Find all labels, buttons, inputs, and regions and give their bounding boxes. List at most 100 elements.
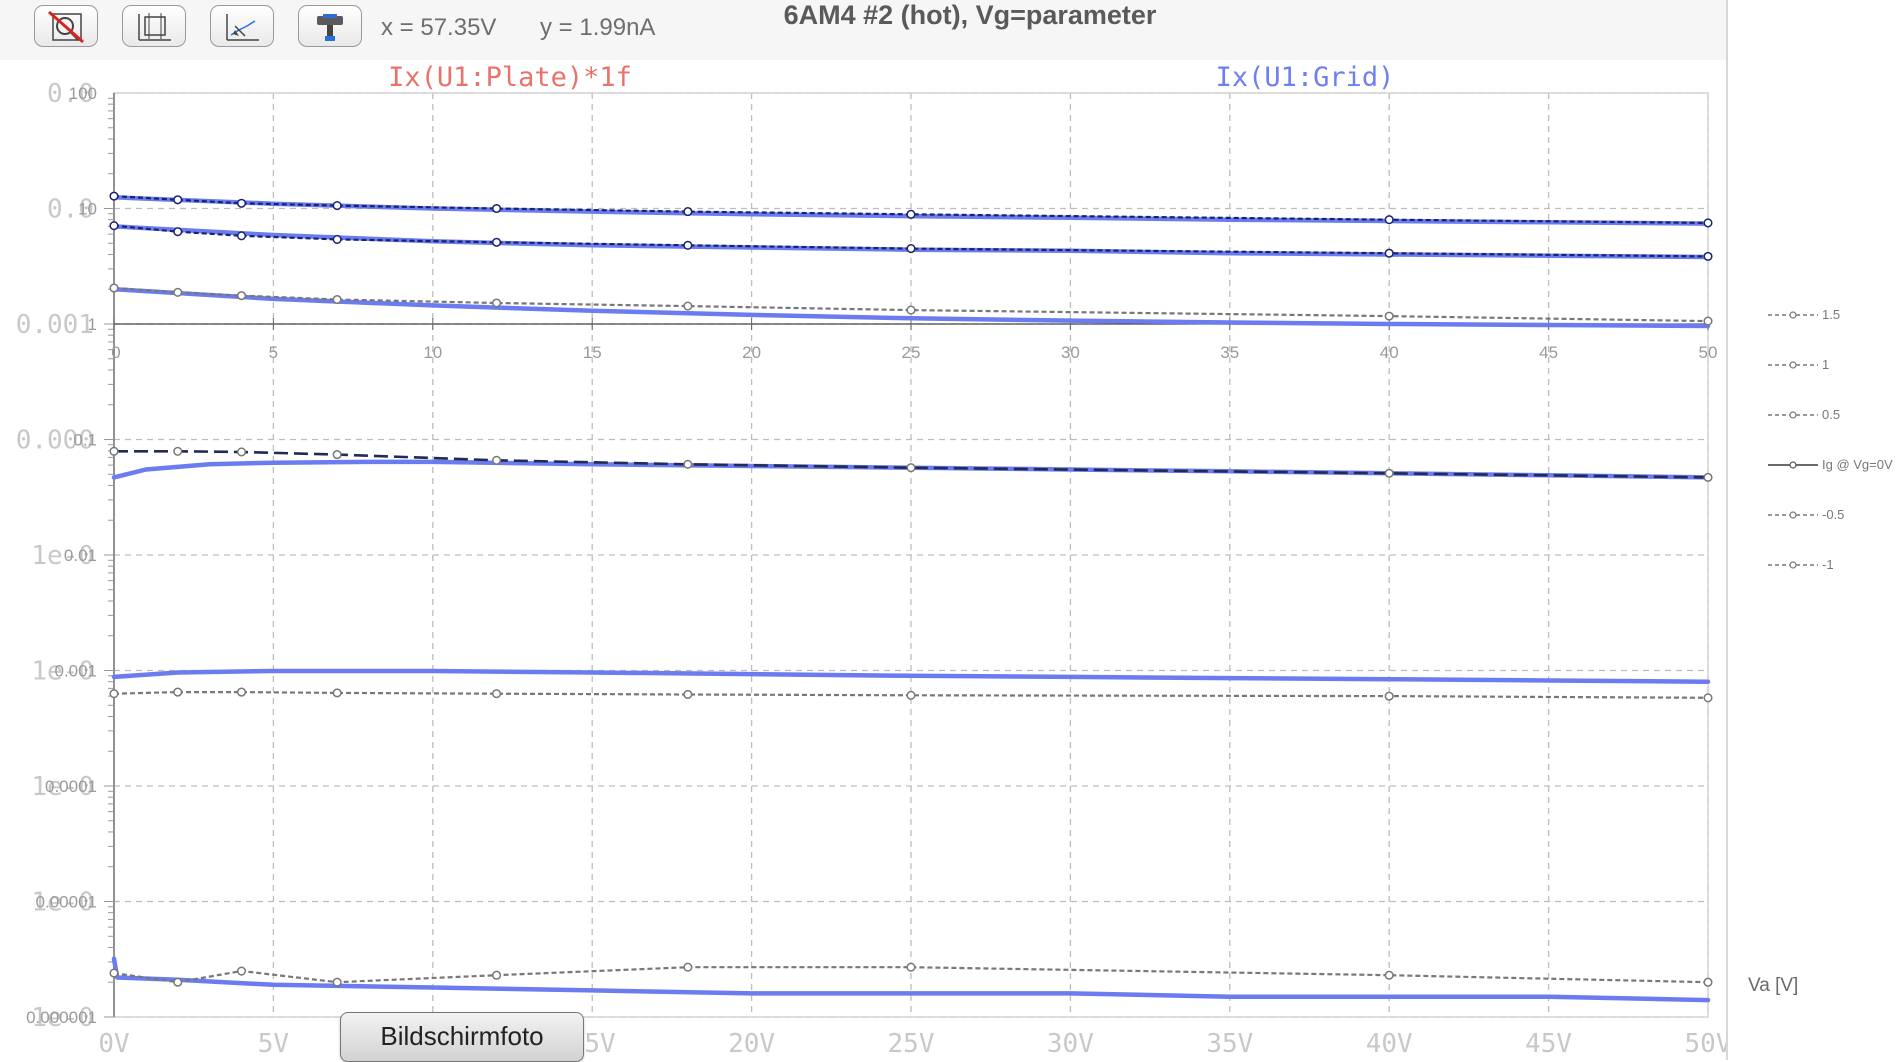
measured-point bbox=[236, 231, 247, 241]
waveform-window: x = 57.35V y = 1.99nA 6AM4 #2 (hot), Vg=… bbox=[0, 0, 1728, 1062]
measured-point bbox=[683, 962, 693, 972]
overlay-y-tick-label: 10 bbox=[78, 200, 97, 219]
measured-point bbox=[1703, 693, 1713, 703]
measured-point bbox=[1384, 970, 1394, 980]
legend-swatch bbox=[1768, 561, 1818, 569]
background-x-tick-label: 35V bbox=[1206, 1029, 1253, 1059]
legend-swatch bbox=[1768, 511, 1818, 519]
measured-point bbox=[1703, 218, 1713, 228]
zoom-back-icon bbox=[226, 14, 259, 41]
measured-point bbox=[1703, 316, 1713, 326]
overlay-y-tick-label: 0.1 bbox=[73, 431, 97, 450]
legend-label: -1 bbox=[1822, 557, 1834, 572]
measured-point bbox=[109, 689, 119, 699]
trace-label-plate[interactable]: Ix(U1:Plate)*1f bbox=[388, 62, 632, 93]
overlay-y-tick-label: 100 bbox=[69, 84, 97, 103]
measured-point bbox=[492, 203, 502, 214]
zoom-back-button[interactable] bbox=[210, 5, 274, 47]
measured-point bbox=[906, 244, 916, 254]
toolbar: x = 57.35V y = 1.99nA 6AM4 #2 (hot), Vg=… bbox=[0, 0, 1726, 60]
measured-point bbox=[109, 968, 119, 978]
measured-point bbox=[906, 962, 916, 972]
plot-grid bbox=[113, 92, 1709, 1018]
measured-point bbox=[173, 195, 183, 205]
measured-point bbox=[492, 298, 502, 308]
background-x-tick-label: 45V bbox=[1525, 1029, 1572, 1059]
background-x-tick-label: 40V bbox=[1366, 1029, 1413, 1059]
measured-point bbox=[1703, 251, 1713, 261]
measured-point bbox=[173, 227, 183, 237]
overlay-x-tick-label: 15 bbox=[583, 343, 602, 362]
screen: x = 57.35V y = 1.99nA 6AM4 #2 (hot), Vg=… bbox=[0, 0, 1902, 1062]
screenshot-tooltip[interactable]: Bildschirmfoto bbox=[340, 1012, 584, 1062]
legend-label: 1 bbox=[1822, 357, 1830, 372]
measured-point bbox=[906, 305, 916, 315]
background-x-tick-label: 5V bbox=[258, 1029, 289, 1059]
plot-area[interactable]: Ix(U1:Plate)*1f Ix(U1:Grid) 0.00.00.0010… bbox=[0, 60, 1726, 1060]
measured-point bbox=[492, 689, 502, 699]
measured-point bbox=[173, 446, 183, 456]
measured-point bbox=[1384, 468, 1394, 478]
overlay-x-tick-label: 45 bbox=[1539, 343, 1558, 362]
paint-tool-icon bbox=[317, 14, 343, 41]
legend-item: Ig @ Vg=0V bbox=[1766, 455, 1902, 475]
legend-label: 0.5 bbox=[1822, 407, 1841, 422]
measured-point bbox=[236, 966, 247, 976]
measured-point bbox=[332, 201, 342, 211]
measured-point bbox=[236, 198, 247, 208]
background-x-tick-label: 25V bbox=[888, 1029, 935, 1059]
measured-point bbox=[492, 455, 502, 465]
background-x-tick-label: 20V bbox=[728, 1029, 775, 1059]
zoom-extents-button[interactable] bbox=[122, 5, 186, 47]
measured-point bbox=[173, 687, 183, 697]
measured-point bbox=[1384, 311, 1394, 321]
legend-swatch bbox=[1768, 311, 1818, 319]
autorange-off-button[interactable] bbox=[34, 5, 98, 47]
overlay-y-tick-label: 0.01 bbox=[64, 546, 97, 565]
measured-point bbox=[1703, 472, 1713, 482]
legend-label: 1.5 bbox=[1822, 307, 1841, 322]
measured-point bbox=[332, 688, 342, 698]
legend-label: Ig @ Vg=0V bbox=[1822, 457, 1893, 472]
measured-point bbox=[109, 191, 119, 201]
overlay-y-tick-label: 1 bbox=[88, 315, 97, 334]
legend-item: -1 bbox=[1766, 555, 1902, 575]
paint-tool-button[interactable] bbox=[298, 5, 362, 47]
measured-point bbox=[332, 294, 342, 305]
background-x-tick-label: 30V bbox=[1047, 1029, 1094, 1059]
measured-point bbox=[683, 207, 693, 217]
overlay-x-tick-label: 50 bbox=[1699, 343, 1718, 362]
legend-item: 1.5 bbox=[1766, 305, 1902, 325]
measured-point bbox=[173, 977, 183, 987]
measured-point bbox=[906, 209, 916, 219]
overlay-x-tick-label: 20 bbox=[742, 343, 761, 362]
measured-point bbox=[906, 463, 916, 473]
measured-point bbox=[109, 446, 119, 456]
measured-point bbox=[332, 977, 342, 987]
zoom-extents-icon bbox=[138, 13, 171, 41]
overlay-x-tick-label: 5 bbox=[269, 343, 278, 362]
legend-swatch bbox=[1768, 461, 1818, 469]
measured-point bbox=[109, 283, 119, 293]
overlay-x-tick-label: 30 bbox=[1061, 343, 1080, 362]
trace-label-grid[interactable]: Ix(U1:Grid) bbox=[1216, 62, 1395, 93]
cursor-y-readout: y = 1.99nA bbox=[540, 14, 656, 41]
overlay-y-tick-label: 0.0001 bbox=[45, 777, 97, 796]
cursor-x-readout: x = 57.35V bbox=[381, 14, 497, 41]
overlay-x-tick-label: 25 bbox=[902, 343, 921, 362]
legend-item: 0.5 bbox=[1766, 405, 1902, 425]
legend-swatch bbox=[1768, 411, 1818, 419]
legend-item: -0.5 bbox=[1766, 505, 1902, 525]
background-x-tick-label: 0V bbox=[98, 1029, 129, 1059]
legend-label: -0.5 bbox=[1822, 507, 1845, 522]
measured-point bbox=[1384, 215, 1394, 225]
measured-point bbox=[109, 221, 119, 231]
overlay-y-tick-label: 0.001 bbox=[54, 662, 97, 681]
measured-point bbox=[332, 234, 342, 244]
measured-point bbox=[332, 450, 342, 460]
legend-swatch bbox=[1768, 361, 1818, 369]
measured-point bbox=[1384, 691, 1394, 701]
measured-point bbox=[492, 237, 502, 247]
measured-point bbox=[492, 970, 502, 980]
background-y-tick-label: 0.001 bbox=[16, 310, 94, 340]
